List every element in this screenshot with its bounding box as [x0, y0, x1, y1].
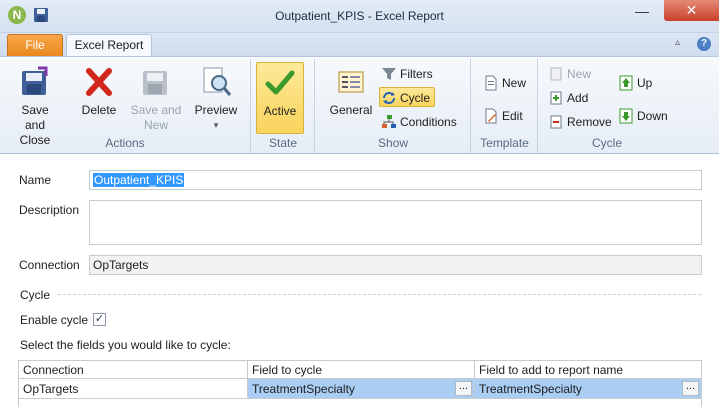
report-form: Name Outpatient_KPIS Description Connect…	[0, 155, 719, 407]
general-button[interactable]: General	[326, 63, 376, 118]
grid-cell-field-report-name[interactable]: TreatmentSpecialty ...	[475, 379, 701, 399]
preview-label: Preview	[194, 103, 238, 117]
preview-dropdown-icon: ▾	[213, 120, 219, 130]
save-close-icon	[22, 66, 48, 95]
template-edit-label: Edit	[502, 109, 523, 123]
cycle-fields-grid: Connection Field to cycle Field to add t…	[18, 360, 702, 407]
section-divider	[58, 294, 701, 295]
description-label: Description	[19, 203, 80, 217]
cycle-remove-label: Remove	[567, 115, 612, 129]
group-label-cycle: Cycle	[591, 136, 622, 150]
group-label-actions: Actions	[105, 136, 145, 150]
active-toggle-button[interactable]: Active	[256, 62, 304, 134]
filters-button[interactable]: Filters	[380, 64, 433, 84]
grid-header-field-report-name[interactable]: Field to add to report name	[475, 361, 701, 379]
name-label: Name	[19, 173, 52, 187]
save-close-label-1: Save and	[21, 103, 49, 132]
remove-item-icon	[550, 115, 562, 129]
general-form-icon	[338, 71, 364, 93]
save-new-label-1: Save and	[130, 103, 182, 117]
group-label-template: Template	[480, 136, 529, 150]
template-new-button[interactable]: New	[482, 73, 526, 93]
close-button[interactable]: ✕	[664, 0, 719, 21]
group-show: General Filters Cycle Conditions Show	[316, 59, 471, 153]
field-to-cycle-value: TreatmentSpecialty	[252, 382, 355, 396]
checkmark-icon	[265, 70, 295, 95]
field-report-name-value: TreatmentSpecialty	[479, 382, 582, 396]
help-icon[interactable]: ?	[697, 37, 711, 51]
delete-button[interactable]: Delete	[76, 63, 122, 118]
cycle-new-button[interactable]: New	[547, 64, 591, 84]
group-label-state: State	[268, 136, 298, 150]
conditions-button[interactable]: Conditions	[380, 112, 457, 132]
template-new-label: New	[502, 76, 527, 90]
cycle-add-label: Add	[567, 91, 589, 105]
edit-document-icon	[485, 108, 497, 124]
grid-header-field-to-cycle[interactable]: Field to cycle	[248, 361, 475, 379]
collapse-ribbon-icon[interactable]: ▵	[675, 37, 680, 48]
group-state: Active State	[252, 59, 315, 153]
cycle-remove-button[interactable]: Remove	[547, 112, 612, 132]
description-field[interactable]	[89, 200, 702, 245]
move-down-label: Down	[637, 109, 668, 123]
group-actions: Save and Close Delete Save and New Previ…	[0, 59, 251, 153]
name-field[interactable]: Outpatient_KPIS	[89, 170, 702, 190]
cycle-show-label: Cycle	[400, 91, 431, 105]
field-report-name-ellipsis-button[interactable]: ...	[682, 381, 699, 396]
field-to-cycle-ellipsis-button[interactable]: ...	[455, 381, 472, 396]
delete-x-icon	[86, 68, 112, 96]
connection-field: OpTargets	[89, 255, 702, 275]
name-value: Outpatient_KPIS	[93, 173, 185, 187]
save-new-label-2: New	[143, 118, 168, 132]
move-down-button[interactable]: Down	[617, 106, 668, 126]
new-document-icon	[485, 75, 497, 91]
enable-cycle-label: Enable cycle	[20, 313, 89, 327]
move-up-button[interactable]: Up	[617, 73, 652, 93]
preview-magnifier-icon	[203, 67, 232, 96]
funnel-icon	[382, 68, 396, 80]
cycle-add-button[interactable]: Add	[547, 88, 588, 108]
title-bar: N Outpatient_KPIS - Excel Report — ✕	[0, 0, 719, 33]
general-label: General	[329, 103, 373, 117]
conditions-tree-icon	[382, 115, 396, 128]
up-arrow-icon	[619, 75, 633, 91]
template-edit-button[interactable]: Edit	[482, 106, 523, 126]
group-cycle: New Add Remove Up Down Cycle	[539, 59, 675, 153]
cycle-section-title: Cycle	[20, 288, 51, 302]
move-up-label: Up	[637, 76, 653, 90]
enable-cycle-checkbox[interactable]: ✓	[93, 313, 106, 326]
save-new-icon	[143, 71, 167, 95]
connection-label: Connection	[19, 258, 80, 272]
save-and-new-button[interactable]: Save and New	[130, 63, 182, 133]
group-template: New Edit Template	[472, 59, 538, 153]
new-item-icon	[550, 67, 562, 81]
add-item-icon	[550, 91, 562, 105]
tab-file[interactable]: File	[7, 34, 63, 57]
filters-label: Filters	[400, 67, 433, 81]
fields-prompt: Select the fields you would like to cycl…	[20, 338, 231, 352]
grid-cell-connection[interactable]: OpTargets	[19, 379, 248, 399]
conditions-label: Conditions	[400, 115, 457, 129]
group-label-show: Show	[377, 136, 409, 150]
checkbox-check-icon: ✓	[94, 313, 105, 325]
tab-excel-report[interactable]: Excel Report	[66, 34, 152, 58]
active-label: Active	[263, 104, 297, 118]
ribbon-tab-strip: File Excel Report ▵ ?	[0, 33, 719, 58]
grid-header-connection[interactable]: Connection	[19, 361, 248, 379]
delete-label: Delete	[81, 103, 117, 117]
down-arrow-icon	[619, 108, 633, 124]
ribbon: Save and Close Delete Save and New Previ…	[0, 56, 719, 154]
cycle-arrows-icon	[383, 92, 395, 104]
preview-button[interactable]: Preview ▾	[192, 63, 240, 133]
minimize-button[interactable]: —	[628, 4, 656, 24]
grid-cell-field-to-cycle[interactable]: TreatmentSpecialty ...	[248, 379, 475, 399]
cycle-new-label: New	[567, 67, 592, 81]
cycle-show-button[interactable]: Cycle	[379, 87, 435, 107]
window-title: Outpatient_KPIS - Excel Report	[275, 9, 444, 23]
